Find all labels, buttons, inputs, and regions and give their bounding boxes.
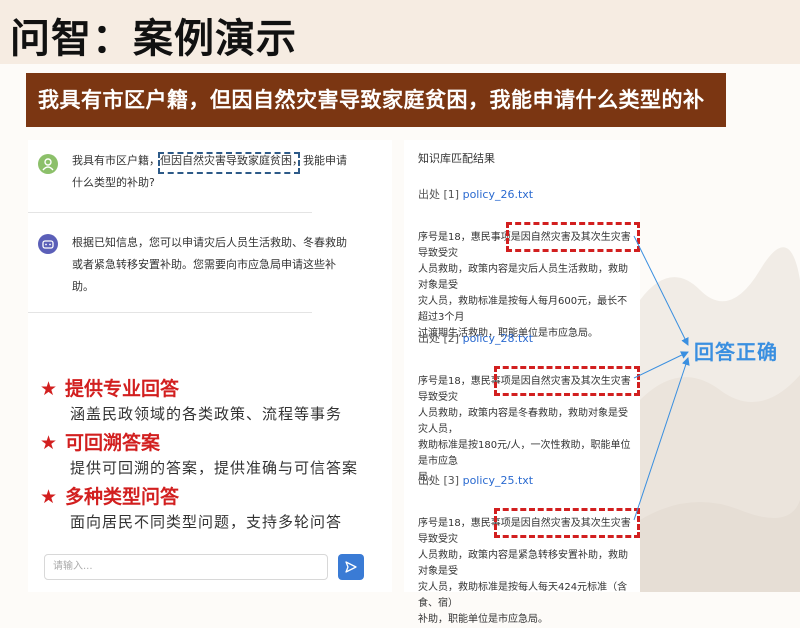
correct-answer-label: 回答正确	[694, 340, 778, 364]
arrow-line	[633, 351, 689, 379]
annotation-arrows	[633, 235, 690, 521]
arrow-line	[633, 357, 690, 521]
arrow-line	[633, 235, 689, 346]
